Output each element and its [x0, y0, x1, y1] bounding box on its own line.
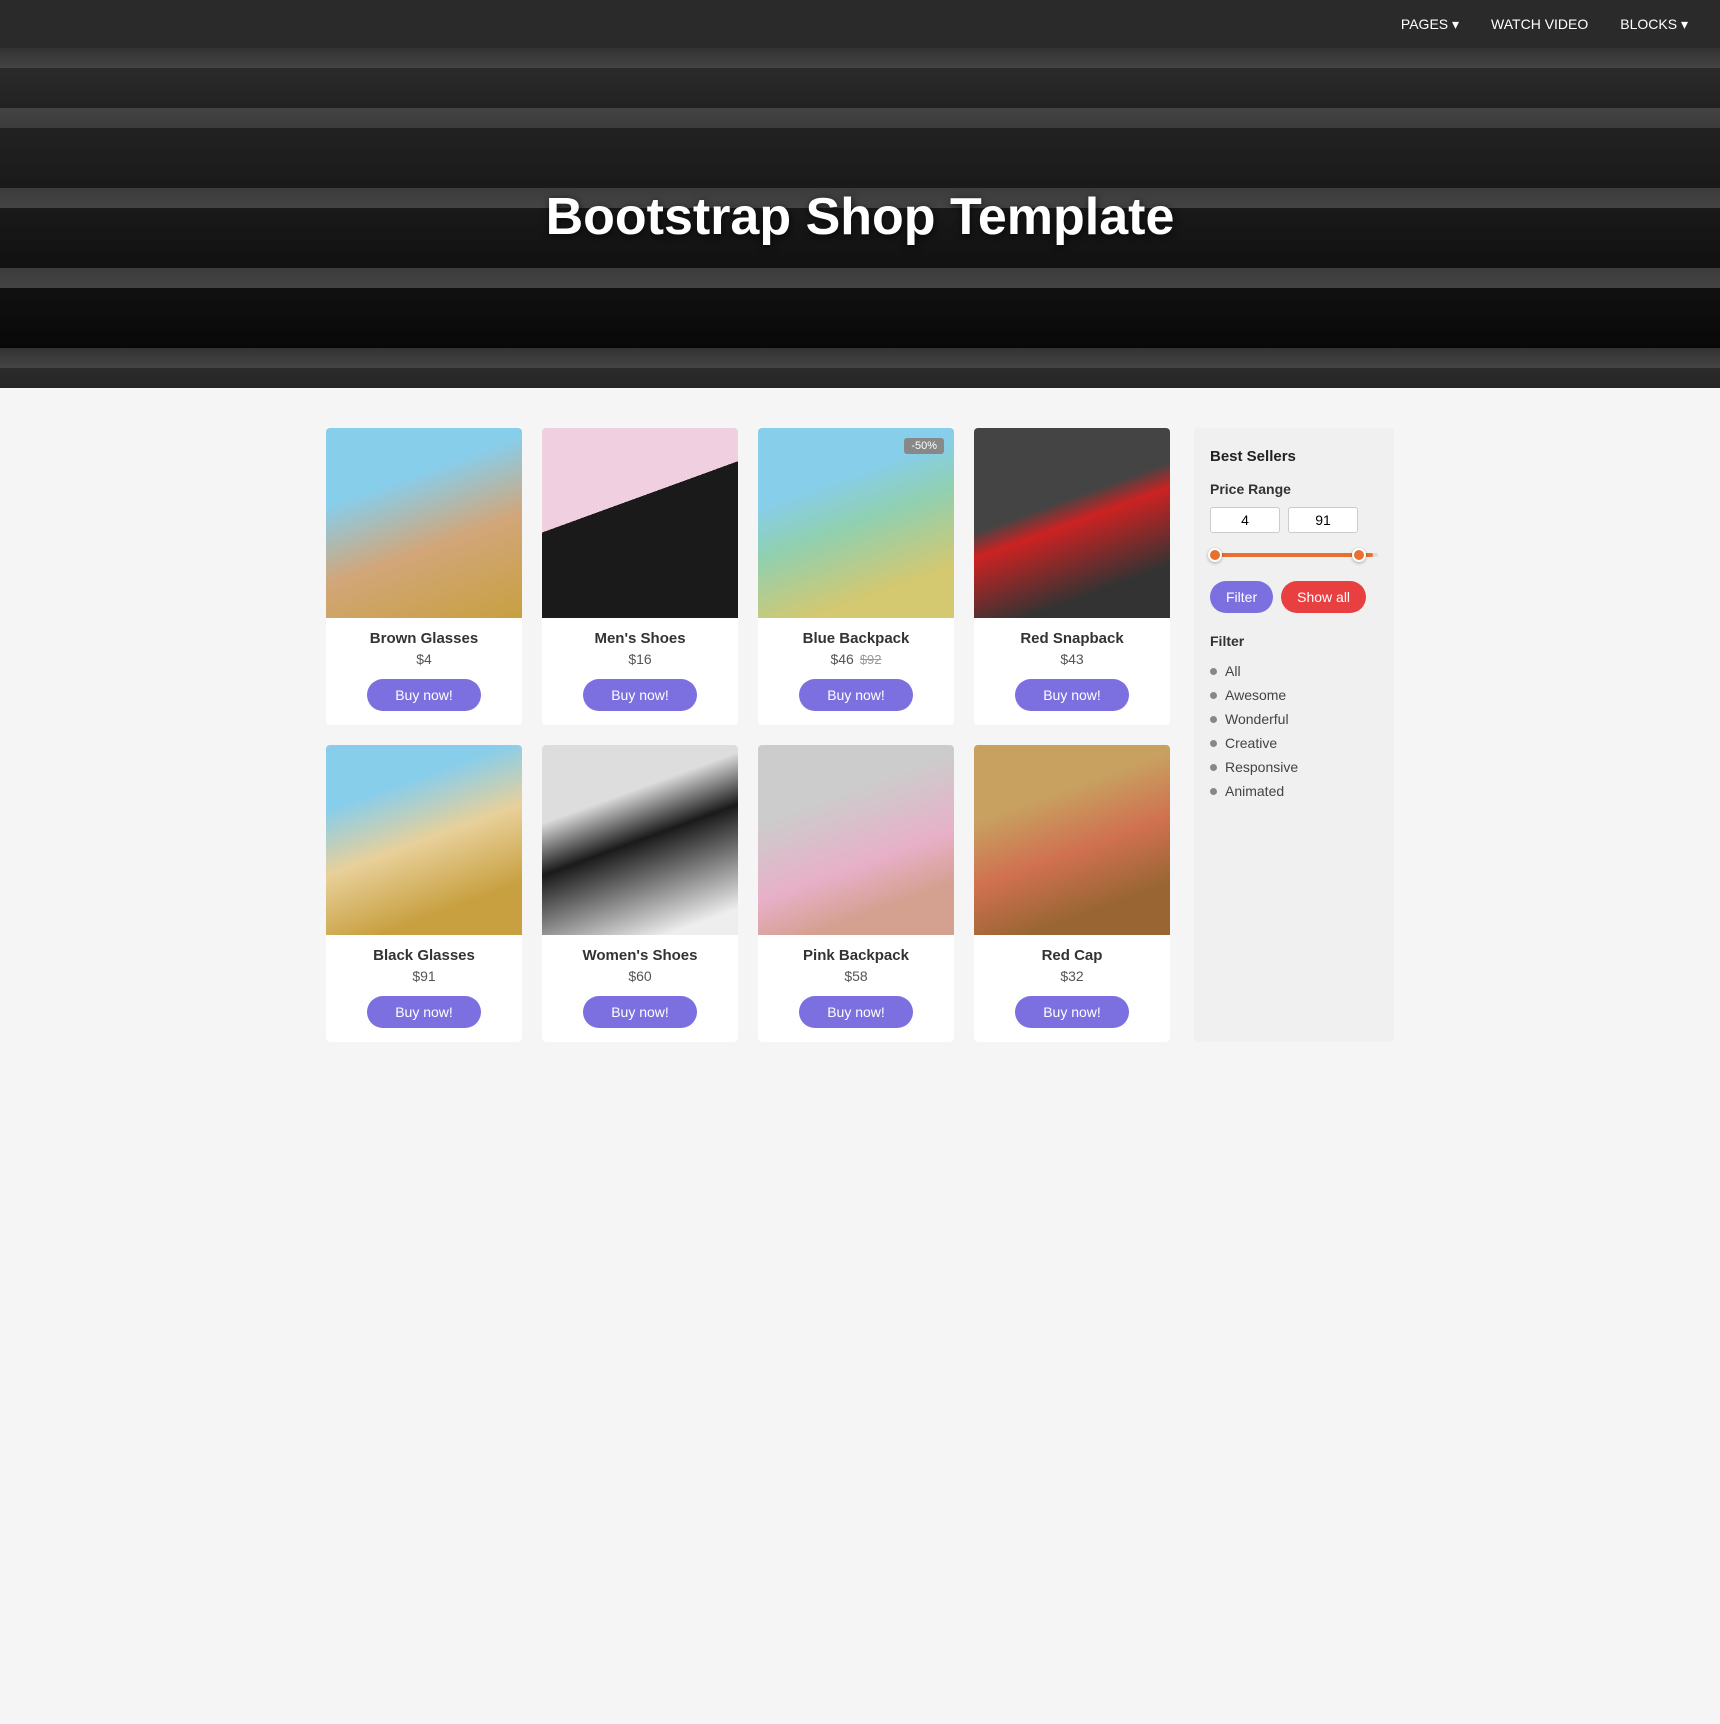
range-slider: [1210, 545, 1378, 565]
product-image-mens-shoes: [542, 428, 738, 618]
product-image-womens-shoes: [542, 745, 738, 935]
product-img-visual-pink-backpack: [758, 745, 954, 935]
filter-item-creative[interactable]: Creative: [1210, 731, 1378, 755]
product-image-pink-backpack: [758, 745, 954, 935]
sidebar: Best Sellers Price Range Filter Show all…: [1194, 428, 1394, 1042]
product-name-pink-backpack: Pink Backpack: [803, 947, 909, 964]
filter-label: Animated: [1225, 783, 1284, 799]
range-fill: [1215, 553, 1373, 557]
filter-item-awesome[interactable]: Awesome: [1210, 683, 1378, 707]
product-card-pink-backpack: Pink Backpack $58 Buy now!: [758, 745, 954, 1042]
nav-blocks[interactable]: BLOCKS ▾: [1620, 16, 1688, 33]
buy-button-brown-glasses[interactable]: Buy now!: [367, 679, 481, 711]
product-badge-blue-backpack: -50%: [904, 438, 944, 454]
price-max-input[interactable]: [1288, 507, 1358, 533]
product-price-womens-shoes: $60: [628, 968, 651, 984]
buy-button-mens-shoes[interactable]: Buy now!: [583, 679, 697, 711]
range-thumb-left[interactable]: [1208, 548, 1222, 562]
filter-list: All Awesome Wonderful Creative Responsive Ani…: [1210, 659, 1378, 803]
product-img-visual-mens-shoes: [542, 428, 738, 618]
product-price-blue-backpack: $46$92: [830, 651, 881, 667]
buy-button-black-glasses[interactable]: Buy now!: [367, 996, 481, 1028]
show-all-button[interactable]: Show all: [1281, 581, 1366, 613]
product-image-brown-glasses: [326, 428, 522, 618]
product-img-visual-brown-glasses: [326, 428, 522, 618]
product-price-mens-shoes: $16: [628, 651, 651, 667]
product-card-black-glasses: Black Glasses $91 Buy now!: [326, 745, 522, 1042]
filter-title: Filter: [1210, 633, 1378, 649]
filter-item-animated[interactable]: Animated: [1210, 779, 1378, 803]
product-img-visual-blue-backpack: [758, 428, 954, 618]
filter-item-wonderful[interactable]: Wonderful: [1210, 707, 1378, 731]
product-image-blue-backpack: -50%: [758, 428, 954, 618]
product-card-red-snapback: Red Snapback $43 Buy now!: [974, 428, 1170, 725]
buy-button-red-cap[interactable]: Buy now!: [1015, 996, 1129, 1028]
product-price-black-glasses: $91: [412, 968, 435, 984]
filter-dot: [1210, 692, 1217, 699]
filter-dot: [1210, 764, 1217, 771]
filter-button[interactable]: Filter: [1210, 581, 1273, 613]
product-card-mens-shoes: Men's Shoes $16 Buy now!: [542, 428, 738, 725]
product-img-visual-black-glasses: [326, 745, 522, 935]
product-img-visual-womens-shoes: [542, 745, 738, 935]
nav-pages[interactable]: PAGES ▾: [1401, 16, 1459, 33]
product-image-black-glasses: [326, 745, 522, 935]
range-thumb-right[interactable]: [1352, 548, 1366, 562]
buy-button-pink-backpack[interactable]: Buy now!: [799, 996, 913, 1028]
price-inputs: [1210, 507, 1378, 533]
filter-item-all[interactable]: All: [1210, 659, 1378, 683]
main-content: Brown Glasses $4 Buy now! Men's Shoes $16 Buy…: [310, 388, 1410, 1082]
filter-label: Wonderful: [1225, 711, 1289, 727]
filter-label: All: [1225, 663, 1241, 679]
sidebar-section-title: Best Sellers: [1210, 448, 1378, 465]
price-min-input[interactable]: [1210, 507, 1280, 533]
product-card-brown-glasses: Brown Glasses $4 Buy now!: [326, 428, 522, 725]
product-name-mens-shoes: Men's Shoes: [594, 630, 685, 647]
filter-dot: [1210, 716, 1217, 723]
product-card-blue-backpack: -50% Blue Backpack $46$92 Buy now!: [758, 428, 954, 725]
product-price-pink-backpack: $58: [844, 968, 867, 984]
product-price-brown-glasses: $4: [416, 651, 432, 667]
product-name-red-snapback: Red Snapback: [1020, 630, 1123, 647]
sidebar-buttons: Filter Show all: [1210, 581, 1378, 613]
buy-button-red-snapback[interactable]: Buy now!: [1015, 679, 1129, 711]
buy-button-womens-shoes[interactable]: Buy now!: [583, 996, 697, 1028]
product-price-red-cap: $32: [1060, 968, 1083, 984]
filter-dot: [1210, 740, 1217, 747]
buy-button-blue-backpack[interactable]: Buy now!: [799, 679, 913, 711]
product-name-womens-shoes: Women's Shoes: [583, 947, 698, 964]
product-image-red-snapback: [974, 428, 1170, 618]
product-original-price-blue-backpack: $92: [860, 652, 882, 667]
filter-dot: [1210, 668, 1217, 675]
filter-label: Creative: [1225, 735, 1277, 751]
product-card-womens-shoes: Women's Shoes $60 Buy now!: [542, 745, 738, 1042]
filter-label: Awesome: [1225, 687, 1286, 703]
filter-dot: [1210, 788, 1217, 795]
hero-title: Bootstrap Shop Template: [546, 188, 1175, 248]
product-name-brown-glasses: Brown Glasses: [370, 630, 478, 647]
filter-item-responsive[interactable]: Responsive: [1210, 755, 1378, 779]
price-range-label: Price Range: [1210, 481, 1378, 497]
product-name-blue-backpack: Blue Backpack: [803, 630, 910, 647]
product-name-black-glasses: Black Glasses: [373, 947, 475, 964]
product-card-red-cap: Red Cap $32 Buy now!: [974, 745, 1170, 1042]
product-grid: Brown Glasses $4 Buy now! Men's Shoes $16 Buy…: [326, 428, 1170, 1042]
product-img-visual-red-cap: [974, 745, 1170, 935]
product-img-visual-red-snapback: [974, 428, 1170, 618]
hero-section: Bootstrap Shop Template: [0, 48, 1720, 388]
navbar: PAGES ▾ WATCH VIDEO BLOCKS ▾: [0, 0, 1720, 48]
nav-watch-video[interactable]: WATCH VIDEO: [1491, 16, 1588, 32]
product-image-red-cap: [974, 745, 1170, 935]
filter-label: Responsive: [1225, 759, 1298, 775]
product-name-red-cap: Red Cap: [1042, 947, 1103, 964]
product-price-red-snapback: $43: [1060, 651, 1083, 667]
